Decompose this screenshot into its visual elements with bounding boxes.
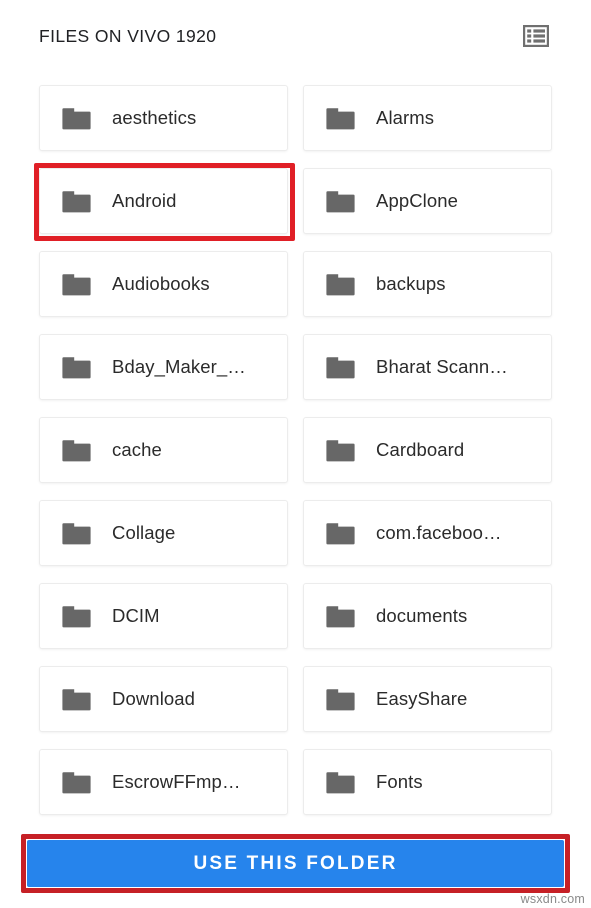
folder-name-label: Fonts xyxy=(376,771,423,792)
folder-icon xyxy=(62,106,91,131)
folder-name-label: EasyShare xyxy=(376,688,468,709)
header-bar: FILES ON VIVO 1920 xyxy=(0,0,591,72)
folder-name-label: documents xyxy=(376,605,468,626)
folder-card[interactable]: backups xyxy=(303,251,552,317)
watermark: wsxdn.com xyxy=(520,892,585,906)
folder-name-label: com.faceboo… xyxy=(376,522,502,543)
folder-card[interactable]: Android xyxy=(34,163,295,241)
folder-icon xyxy=(62,189,91,214)
folder-name-label: Cardboard xyxy=(376,439,465,460)
folder-card[interactable]: DCIM xyxy=(39,583,288,649)
folder-name-label: DCIM xyxy=(112,605,160,626)
folder-card[interactable]: Collage xyxy=(39,500,288,566)
folder-name-label: backups xyxy=(376,273,446,294)
folder-icon xyxy=(326,106,355,131)
folder-card[interactable]: Alarms xyxy=(303,85,552,151)
view-list-icon[interactable] xyxy=(519,19,553,53)
folder-icon xyxy=(326,355,355,380)
folder-icon xyxy=(62,272,91,297)
folder-icon xyxy=(326,521,355,546)
page-title: FILES ON VIVO 1920 xyxy=(39,25,217,46)
folder-card[interactable]: aesthetics xyxy=(39,85,288,151)
folder-name-label: aesthetics xyxy=(112,107,197,128)
folder-card[interactable]: com.faceboo… xyxy=(303,500,552,566)
folder-name-label: AppClone xyxy=(376,190,459,211)
folder-grid: aesthetics Alarms Android AppClone Audiobook… xyxy=(34,85,552,815)
folder-icon xyxy=(326,687,355,712)
folder-icon xyxy=(62,355,91,380)
folder-card[interactable]: cache xyxy=(39,417,288,483)
folder-icon xyxy=(62,604,91,629)
folder-icon xyxy=(62,770,91,795)
folder-card[interactable]: AppClone xyxy=(303,168,552,234)
folder-name-label: EscrowFFmp… xyxy=(112,771,241,792)
folder-card[interactable]: Fonts xyxy=(303,749,552,815)
folder-icon xyxy=(326,604,355,629)
folder-name-label: Bday_Maker_… xyxy=(112,356,246,377)
folder-icon xyxy=(326,770,355,795)
folder-name-label: Bharat Scann… xyxy=(376,356,508,377)
folder-card[interactable]: Bday_Maker_… xyxy=(39,334,288,400)
folder-name-label: Collage xyxy=(112,522,176,543)
folder-card[interactable]: documents xyxy=(303,583,552,649)
folder-icon xyxy=(62,438,91,463)
use-this-folder-button[interactable]: USE THIS FOLDER xyxy=(27,840,564,887)
folder-name-label: Download xyxy=(112,688,196,709)
folder-name-label: Alarms xyxy=(376,107,435,128)
folder-icon xyxy=(62,687,91,712)
folder-card[interactable]: EscrowFFmp… xyxy=(39,749,288,815)
folder-name-label: Audiobooks xyxy=(112,273,210,294)
file-picker-screen: FILES ON VIVO 1920 aesthetics Alarms Andro… xyxy=(0,0,591,908)
folder-card[interactable]: EasyShare xyxy=(303,666,552,732)
footer-bar: USE THIS FOLDER wsxdn.com xyxy=(0,830,591,908)
folder-icon xyxy=(326,272,355,297)
folder-name-label: cache xyxy=(112,439,162,460)
folder-icon xyxy=(326,189,355,214)
folder-card[interactable]: Bharat Scann… xyxy=(303,334,552,400)
folder-icon xyxy=(326,438,355,463)
folder-name-label: Android xyxy=(112,190,177,211)
folder-card[interactable]: Audiobooks xyxy=(39,251,288,317)
folder-card[interactable]: Download xyxy=(39,666,288,732)
folder-icon xyxy=(62,521,91,546)
folder-card[interactable]: Cardboard xyxy=(303,417,552,483)
